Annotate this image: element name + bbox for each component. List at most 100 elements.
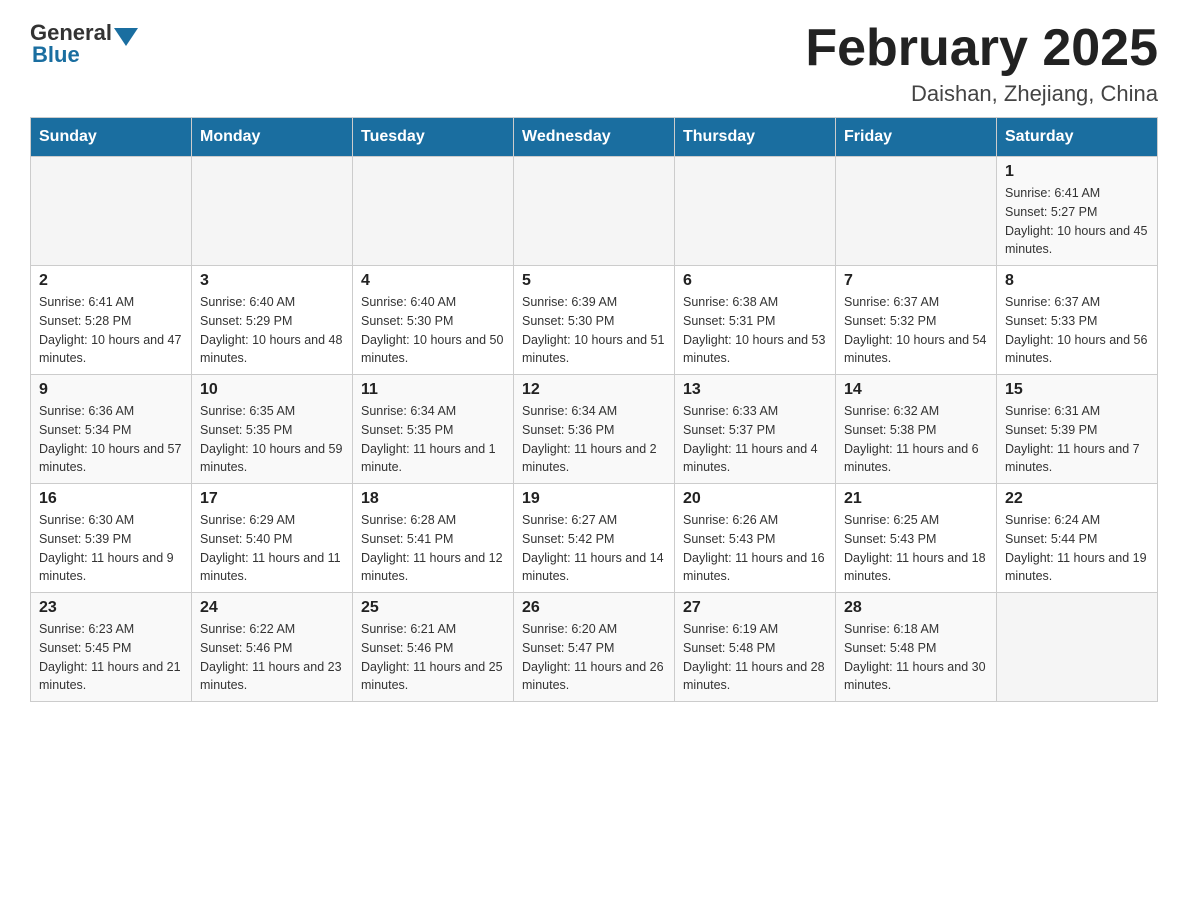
day-number: 17 (200, 490, 344, 508)
location-title: Daishan, Zhejiang, China (805, 81, 1158, 107)
day-number: 6 (683, 272, 827, 290)
calendar-cell (192, 157, 353, 266)
day-number: 13 (683, 381, 827, 399)
day-info: Sunrise: 6:31 AMSunset: 5:39 PMDaylight:… (1005, 404, 1140, 474)
day-info: Sunrise: 6:37 AMSunset: 5:32 PMDaylight:… (844, 295, 986, 365)
month-title: February 2025 (805, 20, 1158, 77)
calendar-week-row: 16 Sunrise: 6:30 AMSunset: 5:39 PMDayligh… (31, 484, 1158, 593)
day-number: 7 (844, 272, 988, 290)
title-block: February 2025 Daishan, Zhejiang, China (805, 20, 1158, 107)
day-info: Sunrise: 6:19 AMSunset: 5:48 PMDaylight:… (683, 622, 825, 692)
weekday-header-thursday: Thursday (675, 118, 836, 157)
day-info: Sunrise: 6:24 AMSunset: 5:44 PMDaylight:… (1005, 513, 1147, 583)
day-info: Sunrise: 6:34 AMSunset: 5:36 PMDaylight:… (522, 404, 657, 474)
day-number: 24 (200, 599, 344, 617)
calendar-cell: 12 Sunrise: 6:34 AMSunset: 5:36 PMDayligh… (514, 375, 675, 484)
day-info: Sunrise: 6:23 AMSunset: 5:45 PMDaylight:… (39, 622, 181, 692)
day-number: 18 (361, 490, 505, 508)
day-number: 27 (683, 599, 827, 617)
day-number: 28 (844, 599, 988, 617)
day-number: 3 (200, 272, 344, 290)
day-info: Sunrise: 6:40 AMSunset: 5:30 PMDaylight:… (361, 295, 503, 365)
day-info: Sunrise: 6:26 AMSunset: 5:43 PMDaylight:… (683, 513, 825, 583)
calendar-cell (997, 593, 1158, 702)
day-info: Sunrise: 6:21 AMSunset: 5:46 PMDaylight:… (361, 622, 503, 692)
calendar-cell (353, 157, 514, 266)
day-info: Sunrise: 6:41 AMSunset: 5:28 PMDaylight:… (39, 295, 181, 365)
calendar-cell: 10 Sunrise: 6:35 AMSunset: 5:35 PMDayligh… (192, 375, 353, 484)
calendar-cell: 21Sunrise: 6:25 AMSunset: 5:43 PMDayligh… (836, 484, 997, 593)
calendar-cell: 16 Sunrise: 6:30 AMSunset: 5:39 PMDayligh… (31, 484, 192, 593)
weekday-header-sunday: Sunday (31, 118, 192, 157)
day-info: Sunrise: 6:32 AMSunset: 5:38 PMDaylight:… (844, 404, 979, 474)
day-number: 19 (522, 490, 666, 508)
day-info: Sunrise: 6:37 AMSunset: 5:33 PMDaylight:… (1005, 295, 1147, 365)
day-number: 21 (844, 490, 988, 508)
calendar-header-row: SundayMondayTuesdayWednesdayThursdayFrid… (31, 118, 1158, 157)
day-number: 4 (361, 272, 505, 290)
calendar-cell: 15 Sunrise: 6:31 AMSunset: 5:39 PMDayligh… (997, 375, 1158, 484)
calendar-cell: 23 Sunrise: 6:23 AMSunset: 5:45 PMDayligh… (31, 593, 192, 702)
day-number: 8 (1005, 272, 1149, 290)
day-number: 9 (39, 381, 183, 399)
day-info: Sunrise: 6:29 AMSunset: 5:40 PMDaylight:… (200, 513, 341, 583)
day-number: 1 (1005, 163, 1149, 181)
day-info: Sunrise: 6:35 AMSunset: 5:35 PMDaylight:… (200, 404, 342, 474)
day-info: Sunrise: 6:30 AMSunset: 5:39 PMDaylight:… (39, 513, 174, 583)
day-number: 14 (844, 381, 988, 399)
day-info: Sunrise: 6:27 AMSunset: 5:42 PMDaylight:… (522, 513, 664, 583)
calendar-cell: 3 Sunrise: 6:40 AMSunset: 5:29 PMDaylight… (192, 266, 353, 375)
calendar-cell (836, 157, 997, 266)
day-number: 11 (361, 381, 505, 399)
calendar-cell: 8 Sunrise: 6:37 AMSunset: 5:33 PMDaylight… (997, 266, 1158, 375)
day-number: 20 (683, 490, 827, 508)
weekday-header-monday: Monday (192, 118, 353, 157)
calendar-cell: 6 Sunrise: 6:38 AMSunset: 5:31 PMDaylight… (675, 266, 836, 375)
calendar-week-row: 23 Sunrise: 6:23 AMSunset: 5:45 PMDayligh… (31, 593, 1158, 702)
calendar-cell: 24 Sunrise: 6:22 AMSunset: 5:46 PMDayligh… (192, 593, 353, 702)
day-number: 16 (39, 490, 183, 508)
calendar-cell: 7 Sunrise: 6:37 AMSunset: 5:32 PMDaylight… (836, 266, 997, 375)
day-number: 5 (522, 272, 666, 290)
calendar-cell: 9 Sunrise: 6:36 AMSunset: 5:34 PMDaylight… (31, 375, 192, 484)
weekday-header-wednesday: Wednesday (514, 118, 675, 157)
logo-arrow-icon (114, 28, 138, 46)
day-number: 23 (39, 599, 183, 617)
calendar-cell: 13Sunrise: 6:33 AMSunset: 5:37 PMDayligh… (675, 375, 836, 484)
calendar-cell: 17 Sunrise: 6:29 AMSunset: 5:40 PMDayligh… (192, 484, 353, 593)
day-number: 15 (1005, 381, 1149, 399)
calendar-cell (31, 157, 192, 266)
calendar-cell: 18 Sunrise: 6:28 AMSunset: 5:41 PMDayligh… (353, 484, 514, 593)
calendar-cell: 22 Sunrise: 6:24 AMSunset: 5:44 PMDayligh… (997, 484, 1158, 593)
calendar-cell: 19 Sunrise: 6:27 AMSunset: 5:42 PMDayligh… (514, 484, 675, 593)
calendar-week-row: 9 Sunrise: 6:36 AMSunset: 5:34 PMDaylight… (31, 375, 1158, 484)
day-info: Sunrise: 6:38 AMSunset: 5:31 PMDaylight:… (683, 295, 825, 365)
day-info: Sunrise: 6:18 AMSunset: 5:48 PMDaylight:… (844, 622, 986, 692)
calendar-cell (514, 157, 675, 266)
calendar-cell: 1 Sunrise: 6:41 AMSunset: 5:27 PMDaylight… (997, 157, 1158, 266)
calendar-cell: 20 Sunrise: 6:26 AMSunset: 5:43 PMDayligh… (675, 484, 836, 593)
day-number: 26 (522, 599, 666, 617)
calendar-cell: 27 Sunrise: 6:19 AMSunset: 5:48 PMDayligh… (675, 593, 836, 702)
weekday-header-friday: Friday (836, 118, 997, 157)
calendar-cell (675, 157, 836, 266)
day-number: 10 (200, 381, 344, 399)
day-info: Sunrise: 6:28 AMSunset: 5:41 PMDaylight:… (361, 513, 503, 583)
day-number: 12 (522, 381, 666, 399)
logo: General Blue (30, 20, 138, 68)
day-info: Sunrise: 6:41 AMSunset: 5:27 PMDaylight:… (1005, 186, 1147, 256)
weekday-header-tuesday: Tuesday (353, 118, 514, 157)
page-header: General Blue February 2025 Daishan, Zhej… (30, 20, 1158, 107)
calendar-week-row: 2 Sunrise: 6:41 AMSunset: 5:28 PMDaylight… (31, 266, 1158, 375)
calendar-cell: 5 Sunrise: 6:39 AMSunset: 5:30 PMDaylight… (514, 266, 675, 375)
day-number: 22 (1005, 490, 1149, 508)
day-info: Sunrise: 6:36 AMSunset: 5:34 PMDaylight:… (39, 404, 181, 474)
day-info: Sunrise: 6:22 AMSunset: 5:46 PMDaylight:… (200, 622, 342, 692)
day-info: Sunrise: 6:40 AMSunset: 5:29 PMDaylight:… (200, 295, 342, 365)
calendar-cell: 4 Sunrise: 6:40 AMSunset: 5:30 PMDaylight… (353, 266, 514, 375)
weekday-header-saturday: Saturday (997, 118, 1158, 157)
calendar-cell: 26Sunrise: 6:20 AMSunset: 5:47 PMDayligh… (514, 593, 675, 702)
day-info: Sunrise: 6:39 AMSunset: 5:30 PMDaylight:… (522, 295, 664, 365)
day-number: 2 (39, 272, 183, 290)
calendar-cell: 2 Sunrise: 6:41 AMSunset: 5:28 PMDaylight… (31, 266, 192, 375)
